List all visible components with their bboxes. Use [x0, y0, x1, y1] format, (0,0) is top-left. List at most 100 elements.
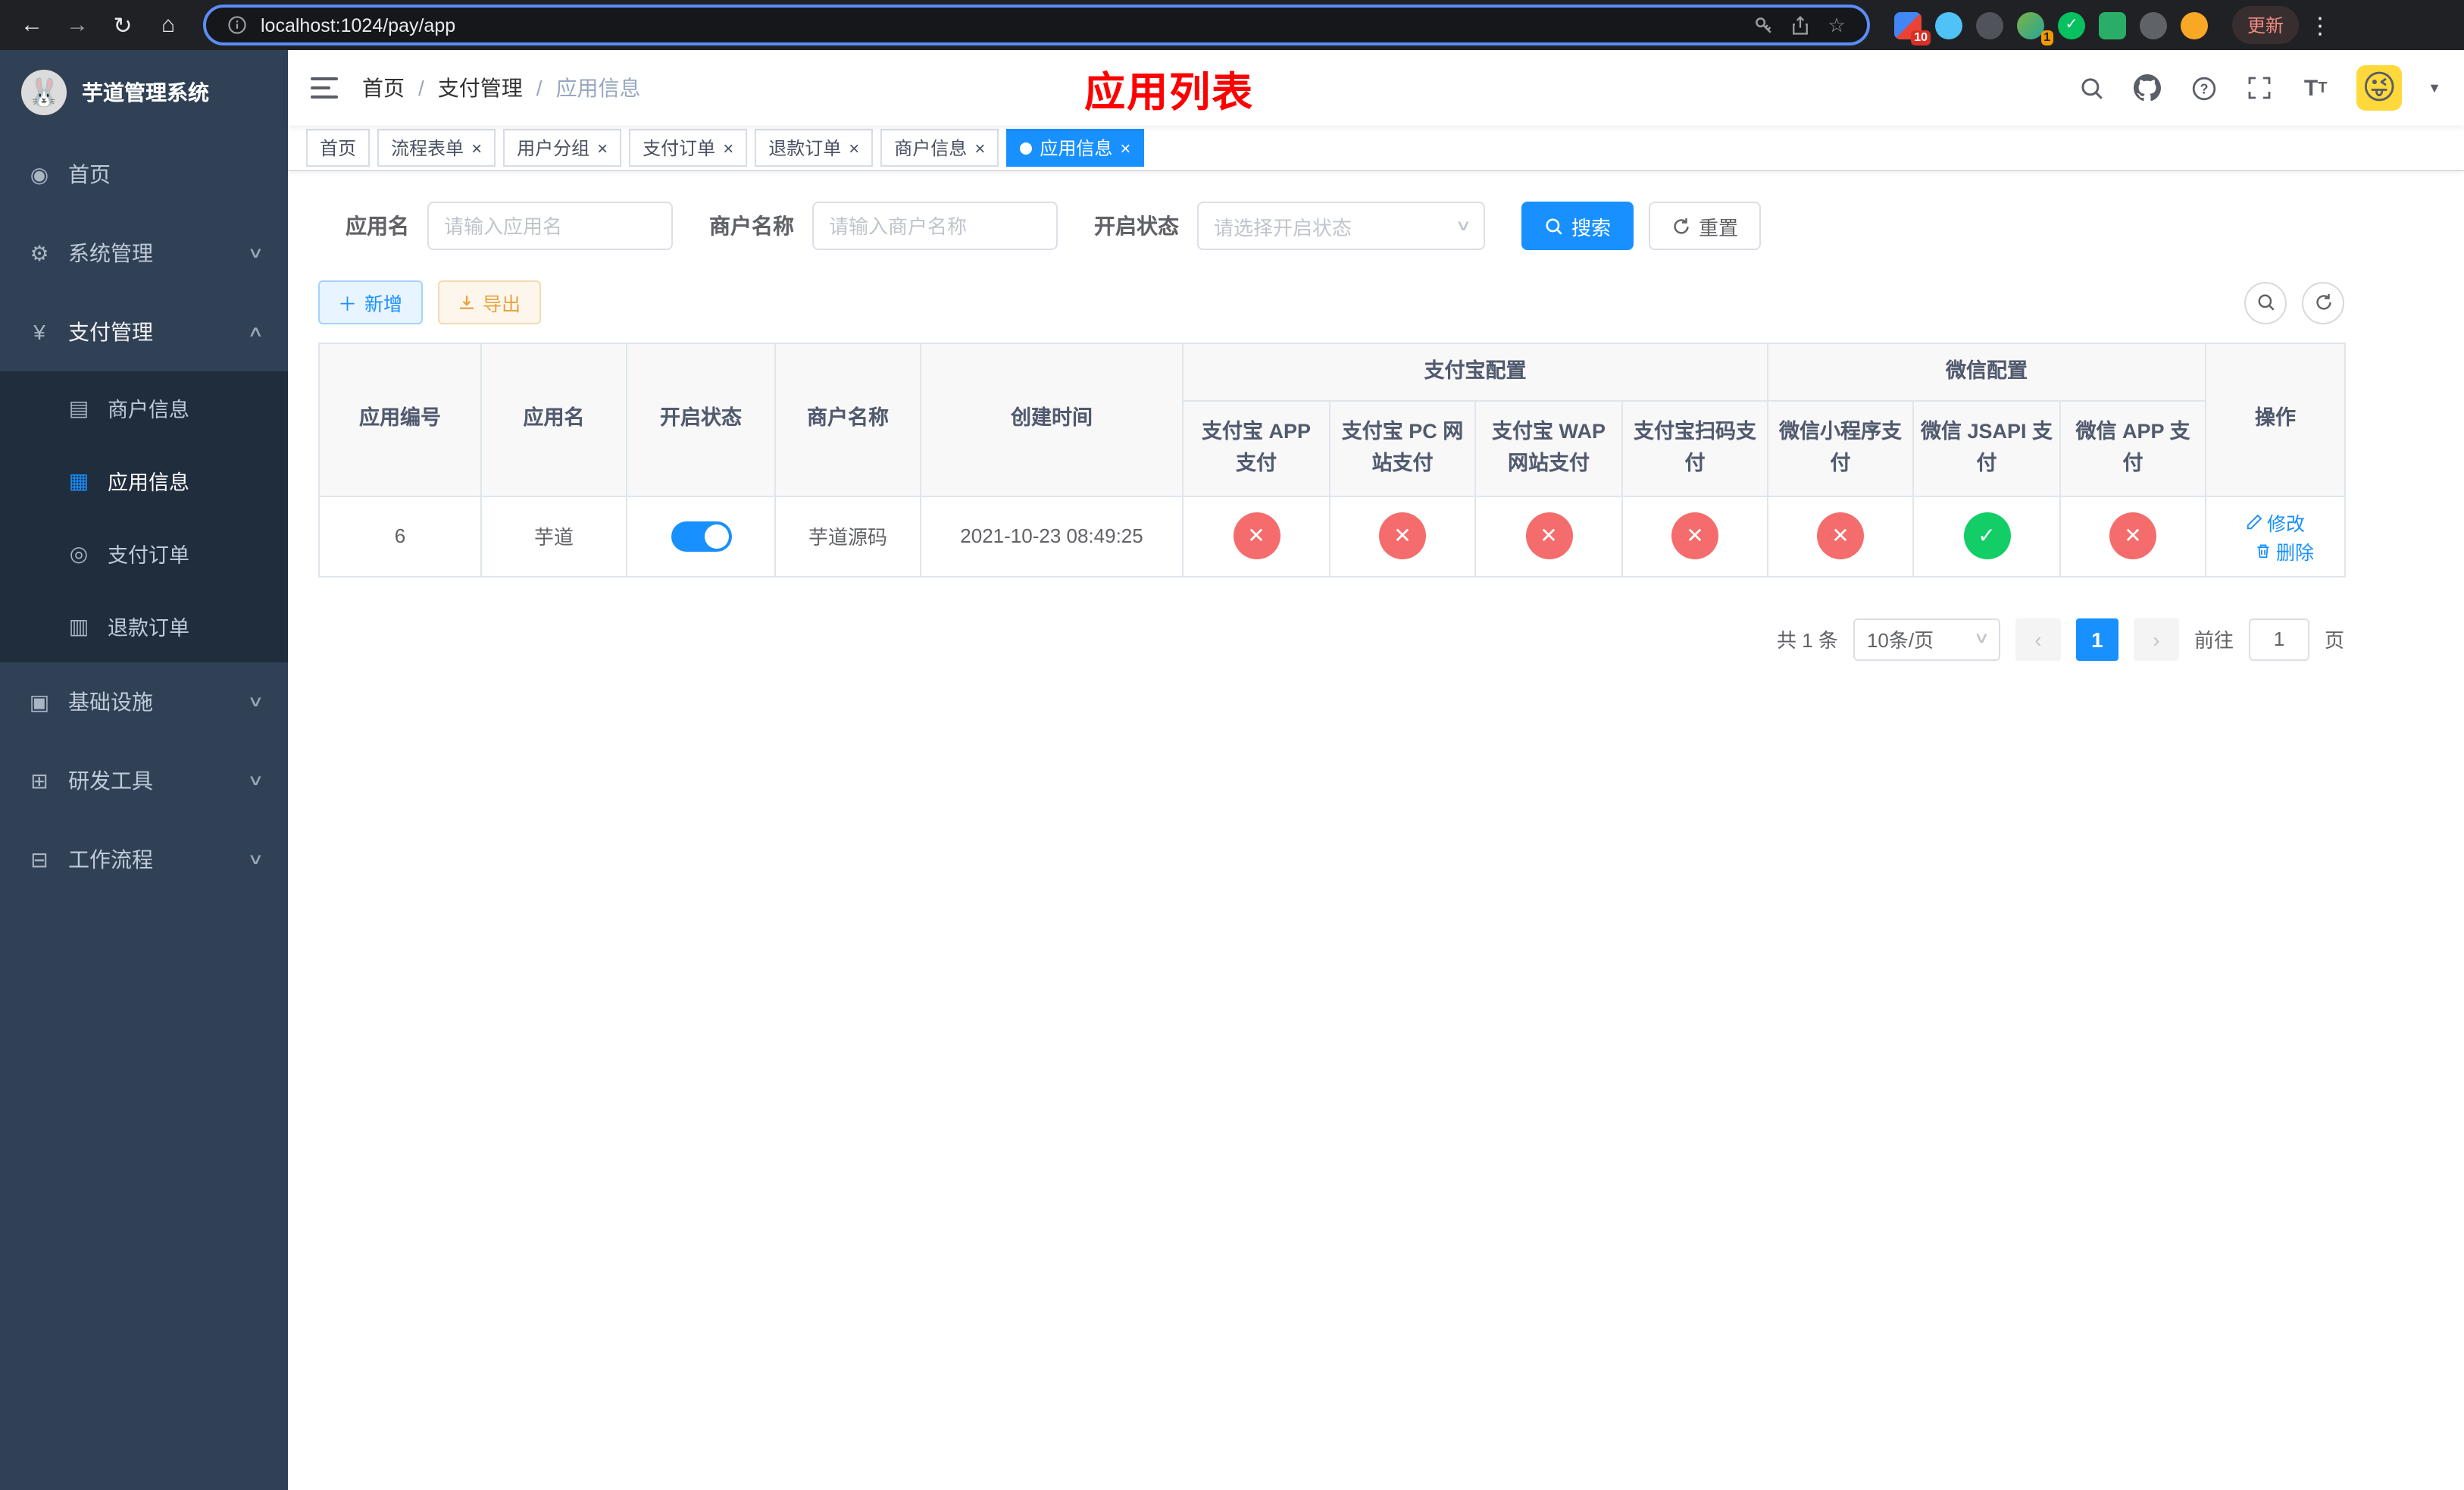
tab-merchant-info[interactable]: 商户信息 ×: [880, 129, 999, 167]
avatar-caret-icon[interactable]: ▼: [2428, 80, 2441, 95]
search-button[interactable]: 搜索: [1521, 202, 1634, 250]
extension-icon[interactable]: [1935, 11, 1962, 39]
info-icon[interactable]: [224, 13, 249, 37]
browser-back-button[interactable]: ←: [12, 5, 52, 45]
sidebar-toggle-icon[interactable]: [311, 77, 338, 99]
extension-icon[interactable]: [2140, 11, 2167, 39]
logo-image: 🐰: [21, 70, 67, 115]
page-content: 应用名 商户名称 开启状态 请选择开启状态 ∨ 搜索 重置: [288, 171, 2464, 1490]
right-toolbar: [2244, 281, 2344, 324]
browser-forward-button[interactable]: →: [58, 5, 97, 45]
close-icon[interactable]: ×: [1120, 139, 1130, 157]
col-actions: 操作: [2205, 343, 2346, 497]
extension-badge: 1: [2040, 30, 2053, 45]
add-button[interactable]: ＋ 新增: [318, 280, 423, 324]
browser-refresh-button[interactable]: ↻: [103, 5, 142, 45]
plus-icon: ＋: [338, 294, 358, 315]
chevron-down-icon: ∨: [246, 772, 264, 789]
sidebar-item-pay-orders[interactable]: ◎ 支付订单: [0, 517, 288, 590]
share-icon[interactable]: [1788, 13, 1812, 37]
refresh-table-button[interactable]: [2302, 281, 2344, 324]
sidebar-item-label: 退款订单: [108, 617, 189, 640]
sidebar-item-payment[interactable]: ¥ 支付管理 ∧: [0, 293, 288, 371]
app-name-input[interactable]: [427, 202, 673, 250]
browser-menu-icon[interactable]: ⋮: [2305, 11, 2335, 39]
sidebar-item-workflow[interactable]: ⊟ 工作流程 ∨: [0, 820, 288, 899]
tab-app-info[interactable]: 应用信息 ×: [1006, 129, 1145, 167]
page-number-button[interactable]: 1: [2075, 618, 2118, 661]
tab-user-group[interactable]: 用户分组 ×: [503, 129, 622, 167]
extension-icon[interactable]: 10: [1894, 11, 1931, 45]
status-toggle[interactable]: [671, 521, 731, 552]
sidebar-item-home[interactable]: ◉ 首页: [0, 135, 288, 214]
sidebar-item-dev-tools[interactable]: ⊞ 研发工具 ∨: [0, 741, 288, 820]
next-page-button[interactable]: ›: [2133, 618, 2179, 661]
export-button[interactable]: 导出: [437, 280, 541, 324]
status-select[interactable]: 请选择开启状态 ∨: [1197, 202, 1485, 250]
app-logo[interactable]: 🐰 芋道管理系统: [0, 50, 288, 135]
pagination: 共 1 条 10条/页 ∨ ‹ 1 › 前往 页: [318, 618, 2344, 661]
close-icon[interactable]: ×: [849, 139, 859, 157]
merchant-name-input[interactable]: [812, 202, 1058, 250]
group-alipay-config: 支付宝配置: [1182, 343, 1768, 402]
tab-refund-orders[interactable]: 退款订单 ×: [755, 129, 874, 167]
browser-home-button[interactable]: ⌂: [149, 5, 188, 45]
toggle-search-button[interactable]: [2244, 281, 2287, 324]
prev-page-button[interactable]: ‹: [2015, 618, 2061, 661]
tab-pay-orders[interactable]: 支付订单 ×: [629, 129, 748, 167]
extensions-strip: 10 1 ✓: [1894, 11, 2208, 45]
extension-icon[interactable]: ✓: [2058, 11, 2085, 39]
bookmark-star-icon[interactable]: ☆: [1825, 13, 1849, 37]
sidebar-item-refund-orders[interactable]: ▥ 退款订单: [0, 590, 288, 662]
edit-link[interactable]: 修改: [2246, 508, 2305, 537]
fullscreen-icon[interactable]: [2244, 73, 2275, 103]
sidebar-item-app-info[interactable]: ▦ 应用信息: [0, 444, 288, 517]
extension-icon[interactable]: [1976, 11, 2003, 39]
help-icon[interactable]: ?: [2188, 73, 2219, 103]
screen: ← → ↻ ⌂ localhost:1024/pay/app ☆ 10 1 ✓: [0, 0, 2464, 1490]
sidebar-item-infrastructure[interactable]: ▣ 基础设施 ∨: [0, 662, 288, 741]
close-icon[interactable]: ×: [597, 139, 608, 157]
chevron-down-icon: ∨: [246, 851, 264, 868]
extension-icon[interactable]: 1: [2017, 11, 2053, 45]
delete-link[interactable]: 删除: [2255, 537, 2314, 565]
card-icon: ▤: [68, 395, 89, 419]
close-icon[interactable]: ×: [723, 139, 733, 157]
github-icon[interactable]: [2132, 73, 2162, 103]
password-key-icon[interactable]: [1752, 13, 1776, 37]
chevron-down-icon: ∨: [246, 245, 264, 261]
page-title: 应用列表: [1084, 69, 1255, 114]
breadcrumb-parent[interactable]: 支付管理: [438, 73, 523, 103]
user-avatar[interactable]: 😜: [2356, 65, 2403, 111]
sidebar-item-label: 支付管理: [68, 320, 153, 344]
config-status-icon: ✕: [2109, 512, 2156, 560]
breadcrumb-current: 应用信息: [555, 76, 641, 100]
close-icon[interactable]: ×: [974, 139, 985, 157]
search-icon[interactable]: [2076, 73, 2106, 103]
sidebar-item-merchant-info[interactable]: ▤ 商户信息: [0, 371, 288, 444]
page-size-select[interactable]: 10条/页 ∨: [1853, 618, 2000, 661]
breadcrumb-home[interactable]: 首页: [362, 73, 405, 103]
reset-button[interactable]: 重置: [1649, 202, 1762, 250]
close-icon[interactable]: ×: [471, 139, 482, 157]
status-label: 开启状态: [1094, 214, 1179, 238]
extension-icon[interactable]: [2099, 11, 2126, 39]
config-status-icon: ✕: [1525, 512, 1572, 560]
font-size-icon[interactable]: TT: [2300, 73, 2331, 103]
goto-page-input[interactable]: [2248, 618, 2309, 661]
tab-home[interactable]: 首页: [306, 129, 371, 167]
grid-icon: ▦: [68, 468, 89, 492]
browser-toolbar: ← → ↻ ⌂ localhost:1024/pay/app ☆ 10 1 ✓: [0, 0, 2464, 50]
config-status-icon: ✕: [1233, 512, 1280, 560]
sidebar-item-label: 工作流程: [68, 847, 153, 872]
extension-icon[interactable]: [2181, 11, 2208, 39]
app-title: 芋道管理系统: [82, 80, 209, 105]
cell-app-name: 芋道: [480, 495, 627, 578]
sidebar-item-system[interactable]: ⚙ 系统管理 ∨: [0, 214, 288, 293]
tab-process-form[interactable]: 流程表单 ×: [377, 129, 496, 167]
browser-update-button[interactable]: 更新: [2232, 6, 2300, 44]
chevron-down-icon: ∨: [1454, 218, 1471, 234]
col-app-name: 应用名: [480, 343, 627, 497]
col-app-id: 应用编号: [318, 343, 482, 497]
address-bar[interactable]: localhost:1024/pay/app ☆: [203, 5, 1870, 45]
